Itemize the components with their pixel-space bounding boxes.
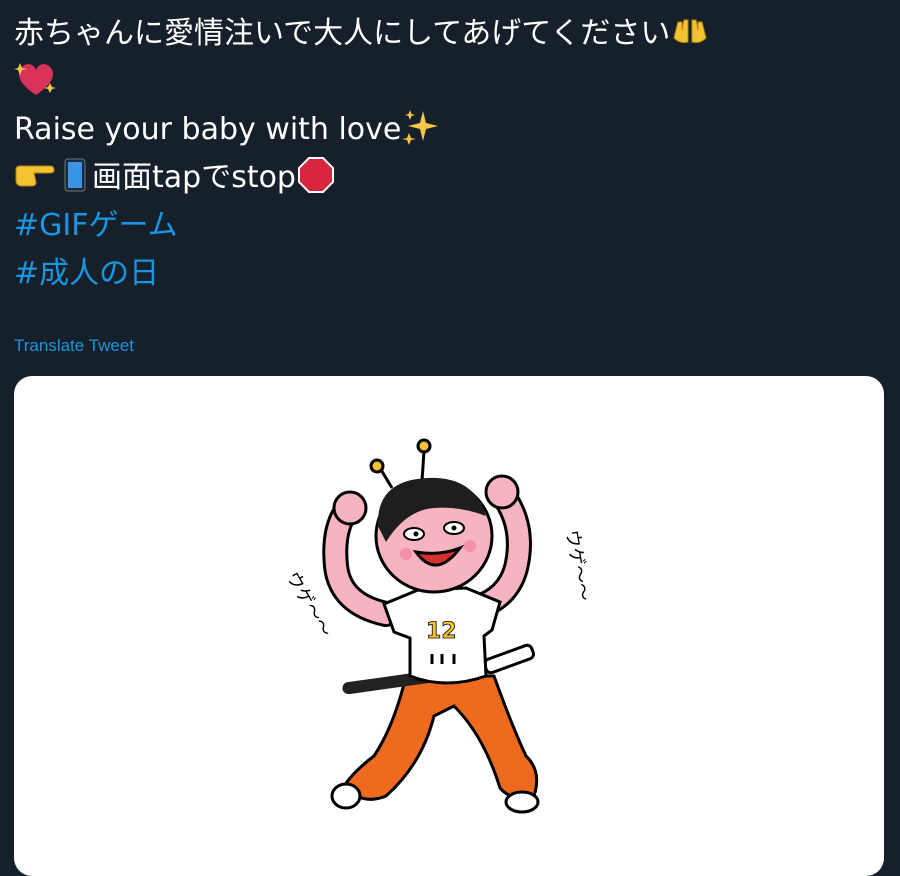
media-gif[interactable]: 12 ウゲ〜〜 ウゲ〜〜 xyxy=(14,376,884,876)
stop-sign-icon xyxy=(296,155,336,201)
point-right-icon xyxy=(14,160,58,196)
hashtag-1-line: #GIFゲーム xyxy=(14,202,884,250)
mobile-phone-icon xyxy=(64,158,86,198)
shirt-number: 12 xyxy=(426,619,457,644)
open-hands-icon xyxy=(670,16,710,52)
tweet-line-4-text: 画面tapでstop xyxy=(92,160,296,195)
tweet-line-2 xyxy=(14,58,884,106)
tweet-line-3-text: Raise your baby with love xyxy=(14,112,402,147)
tweet-line-4: 画面tapでstop xyxy=(14,154,884,202)
baby-illustration: 12 ウゲ〜〜 ウゲ〜〜 xyxy=(282,438,594,814)
tweet-line-3: Raise your baby with love xyxy=(14,106,884,154)
hashtag-coming-of-age-day[interactable]: #成人の日 xyxy=(14,250,159,298)
hashtag-2-line: #成人の日 xyxy=(14,250,884,298)
tweet-line-1: 赤ちゃんに愛情注いで大人にしてあげてください xyxy=(14,10,884,58)
hashtag-gif-game[interactable]: #GIFゲーム xyxy=(14,202,178,250)
translate-tweet-link[interactable]: Translate Tweet xyxy=(14,336,134,356)
sparkles-icon xyxy=(401,107,441,153)
sparkling-heart-icon xyxy=(14,59,58,105)
tweet-text: 赤ちゃんに愛情注いで大人にしてあげてください Raise your baby w… xyxy=(14,10,884,298)
sound-effect-right: ウゲ〜〜 xyxy=(561,528,594,603)
tweet-line-1-text: 赤ちゃんに愛情注いで大人にしてあげてください xyxy=(14,16,671,51)
